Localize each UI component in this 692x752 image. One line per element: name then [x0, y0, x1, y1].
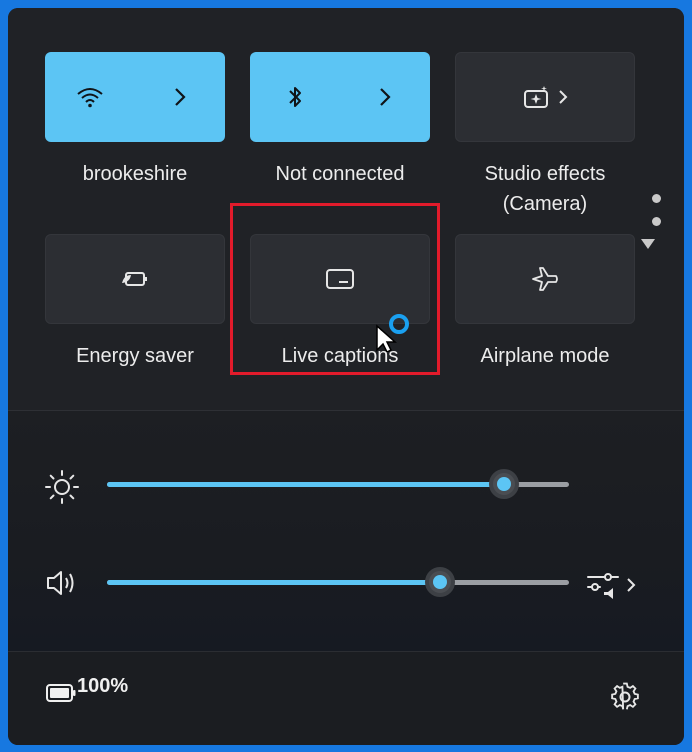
sliders-area	[8, 411, 684, 651]
chevron-right-icon	[380, 88, 391, 106]
bluetooth-tile[interactable]	[250, 52, 430, 142]
tile-label-studio-effects-line2: (Camera)	[502, 193, 588, 215]
brightness-icon	[45, 470, 79, 504]
volume-slider-track[interactable]	[107, 580, 569, 585]
volume-slider-thumb[interactable]	[424, 567, 455, 597]
wifi-toggle[interactable]	[45, 52, 135, 142]
chevron-right-icon	[559, 90, 568, 104]
bluetooth-expand[interactable]	[340, 52, 430, 142]
cursor-busy-icon	[376, 314, 409, 352]
footer-bar	[8, 651, 684, 745]
battery-icon[interactable]	[46, 684, 76, 702]
audio-output-button[interactable]	[586, 568, 642, 602]
studio-effects-tile[interactable]	[455, 52, 635, 142]
tile-label-wifi: brookeshire	[82, 163, 188, 185]
tile-label-studio-effects-line1: Studio effects	[484, 163, 606, 185]
bluetooth-icon	[289, 87, 301, 107]
wifi-icon	[77, 88, 103, 108]
chevron-right-icon	[627, 578, 636, 592]
page-dot-1[interactable]	[652, 194, 661, 203]
page-down-icon[interactable]	[641, 239, 655, 249]
wifi-tile[interactable]	[45, 52, 225, 142]
airplane-icon	[532, 267, 558, 291]
volume-slider-fill	[107, 580, 440, 585]
wifi-expand[interactable]	[135, 52, 225, 142]
battery-percentage: 100%	[77, 675, 129, 697]
audio-output-icon	[587, 573, 619, 599]
tile-label-energy-saver: Energy saver	[76, 345, 194, 367]
energy-saver-tile[interactable]	[45, 234, 225, 324]
airplane-mode-tile[interactable]	[455, 234, 635, 324]
page-dot-2[interactable]	[652, 217, 661, 226]
energy-saver-icon	[122, 272, 147, 286]
speaker-icon[interactable]	[44, 567, 80, 599]
brightness-slider-fill	[107, 482, 505, 487]
gear-icon[interactable]	[610, 682, 640, 712]
studio-effects-icon	[524, 86, 548, 108]
bluetooth-toggle[interactable]	[250, 52, 340, 142]
tile-label-airplane-mode: Airplane mode	[480, 345, 610, 367]
chevron-right-icon	[175, 88, 186, 106]
tile-label-studio-effects: Studio effects (Camera)	[445, 159, 645, 219]
tile-label-bluetooth: Not connected	[275, 163, 405, 185]
